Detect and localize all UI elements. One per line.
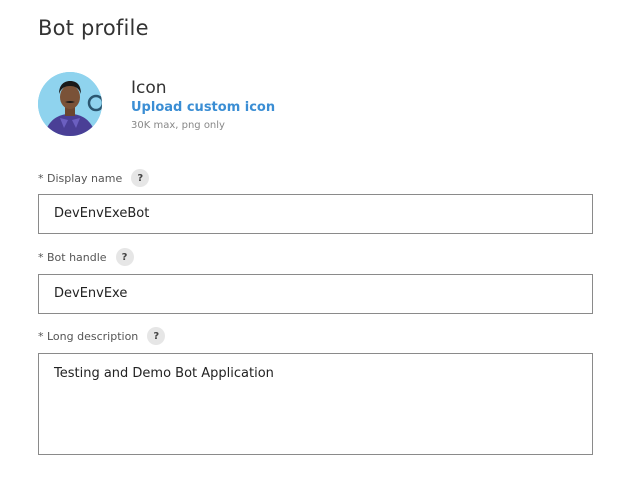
icon-section-title: Icon [131,78,167,98]
icon-size-hint: 30K max, png only [131,120,225,131]
display-name-label-text: * Display name [38,171,123,185]
long-description-help-icon[interactable]: ? [147,327,166,345]
long-description-field[interactable]: Testing and Demo Bot Application [38,353,593,455]
display-name-field[interactable]: DevEnvExeBot [38,194,593,234]
avatar-image [38,72,102,136]
long-description-label-text: * Long description [38,329,139,343]
avatar [38,72,102,136]
bot-handle-label: * Bot handle ? [38,248,134,266]
upload-custom-icon-link[interactable]: Upload custom icon [131,100,275,115]
long-description-label: * Long description ? [38,327,166,345]
bot-handle-field[interactable]: DevEnvExe [38,274,593,314]
page-title: Bot profile [38,16,149,40]
display-name-help-icon[interactable]: ? [131,169,150,187]
bot-handle-label-text: * Bot handle [38,250,107,264]
bot-handle-help-icon[interactable]: ? [115,248,134,266]
display-name-label: * Display name ? [38,169,150,187]
bot-profile-page: Bot profile Icon Upload custom icon 30K … [0,0,624,484]
